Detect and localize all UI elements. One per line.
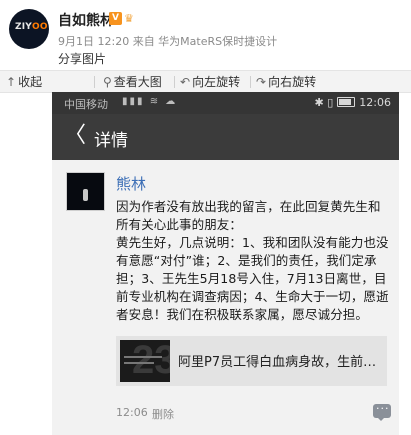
comment-body: 因为作者没有放出我的留言，在此回复黄先生和所有关心此事的朋友： 黄先生好，几点说… [116, 199, 389, 322]
rotate-right-icon: ↷ [256, 75, 267, 89]
crown-icon: ♛ [124, 12, 134, 25]
rotate-right-button[interactable]: ↷ 向右旋转 [256, 73, 316, 90]
view-large-button[interactable]: ⚲ 查看大图 [103, 73, 162, 90]
back-arrow-icon[interactable]: 〈 [64, 123, 86, 149]
avatar-logo-text: ZIYOO [15, 22, 48, 32]
reply-bubble-icon[interactable]: ··· [373, 402, 391, 421]
commenter-avatar[interactable] [66, 172, 105, 211]
delete-link[interactable]: 删除 [152, 406, 174, 422]
rotate-left-label: 向左旋转 [192, 75, 241, 89]
status-bar: 中国移动 ▮▮▮ ≋ ☁ ✱ ▯ 12:06 [52, 92, 399, 114]
magnifier-icon: ⚲ [103, 75, 112, 89]
collapse-icon: ↑ [6, 75, 17, 89]
toolbar-divider [94, 76, 95, 88]
verified-badge-icon: V [109, 12, 122, 25]
detail-title: 详情 [94, 131, 128, 151]
article-thumbnail: 23 [120, 340, 170, 382]
linked-article-card[interactable]: 23 阿里P7员工得白血病身故，生前… [116, 336, 387, 386]
commenter-name[interactable]: 熊林 [116, 173, 146, 194]
detail-navbar: 〈 详情 [52, 114, 399, 160]
view-large-label: 查看大图 [113, 75, 162, 89]
carrier-label: 中国移动 [64, 98, 108, 111]
article-title: 阿里P7员工得白血病身故，生前… [178, 355, 377, 370]
author-avatar[interactable]: ZIYOO [9, 9, 49, 49]
post-header: ZIYOO 自如熊林 V ♛ 9月1日 12:20 来自 华为MateRS保时捷… [0, 0, 411, 70]
thumbnail-line [124, 356, 162, 358]
author-name[interactable]: 自如熊林 [58, 10, 114, 30]
collapse-button[interactable]: ↑ 收起 [6, 73, 42, 90]
shared-screenshot[interactable]: 中国移动 ▮▮▮ ≋ ☁ ✱ ▯ 12:06 〈 详情 熊林 因为作者没有放出我的… [52, 92, 399, 435]
toolbar-divider [174, 76, 175, 88]
image-toolbar: ↑ 收起 ⚲ 查看大图 ↶ 向左旋转 ↷ 向右旋转 [0, 70, 411, 93]
thumbnail-number: 23 [132, 340, 170, 382]
bluetooth-vibrate-icons: ✱ ▯ [314, 96, 334, 109]
battery-icon [337, 97, 356, 107]
toolbar-divider [250, 76, 251, 88]
comment-time: 12:06 [116, 406, 148, 419]
rotate-left-button[interactable]: ↶ 向左旋转 [180, 73, 240, 90]
rotate-right-label: 向右旋转 [268, 75, 317, 89]
status-time: 12:06 [359, 96, 391, 109]
comment-item: 熊林 因为作者没有放出我的留言，在此回复黄先生和所有关心此事的朋友： 黄先生好，… [52, 160, 399, 435]
post-meta: 9月1日 12:20 来自 华为MateRS保时捷设计 [58, 35, 278, 48]
thumbnail-line [124, 362, 154, 364]
rotate-left-icon: ↶ [180, 75, 191, 89]
post-text: 分享图片 [58, 52, 107, 66]
status-right: ✱ ▯ 12:06 [315, 96, 391, 109]
collapse-label: 收起 [18, 75, 43, 89]
signal-wifi-icons: ▮▮▮ ≋ ☁ [122, 96, 178, 107]
